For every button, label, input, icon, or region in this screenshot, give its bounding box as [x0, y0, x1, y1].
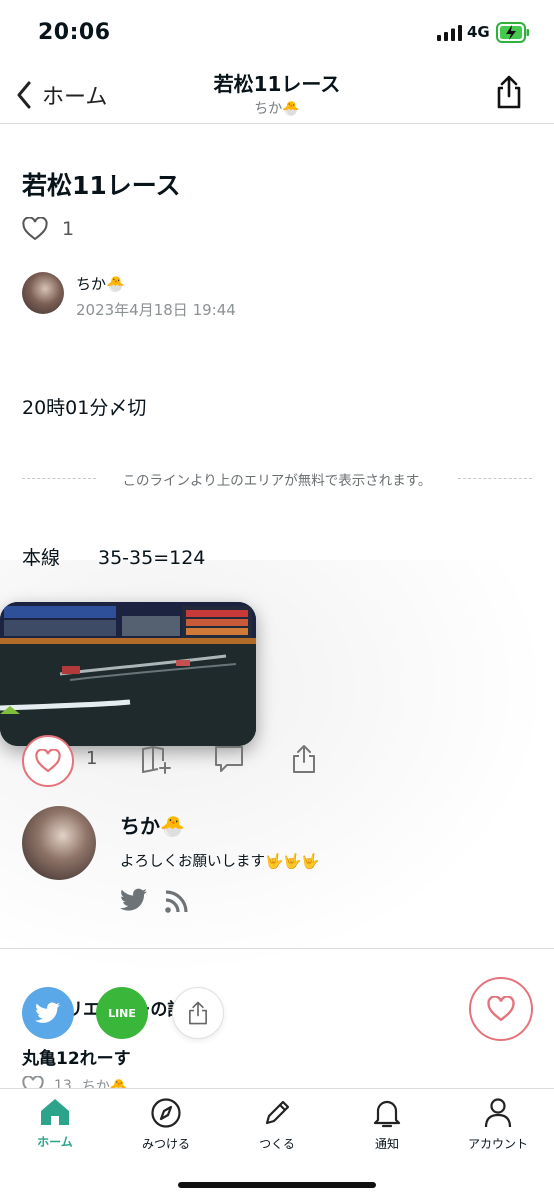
network-label: 4G [467, 23, 490, 41]
battery-charging-icon [496, 22, 529, 43]
home-indicator [178, 1182, 376, 1188]
twitter-icon [35, 1002, 60, 1023]
share-more-button[interactable] [172, 987, 224, 1039]
nav-divider [0, 123, 554, 124]
deadline-text: 20時01分〆切 [22, 397, 147, 419]
tab-home-label: ホーム [37, 1135, 73, 1149]
magazine-add-icon[interactable] [140, 743, 172, 775]
section-divider [0, 948, 554, 949]
author-name[interactable]: ちか🐣 [76, 273, 125, 294]
floating-like-button[interactable] [469, 977, 533, 1041]
share-icon[interactable] [492, 74, 526, 110]
twitter-icon[interactable] [120, 888, 148, 912]
share-icon[interactable] [288, 743, 320, 775]
creator-bio: よろしくお願いします🤟🤟🤟 [120, 854, 320, 870]
tab-notifications[interactable]: 通知 [337, 1097, 437, 1152]
author-avatar[interactable] [22, 272, 64, 314]
share-twitter-button[interactable] [22, 987, 74, 1039]
compass-icon [151, 1098, 181, 1128]
tab-discover-label: みつける [141, 1137, 190, 1151]
home-icon [41, 1099, 69, 1125]
publish-date: 2023年4月18日 19:44 [76, 301, 236, 319]
status-time: 20:06 [38, 20, 111, 45]
tab-account[interactable]: アカウント [448, 1097, 548, 1152]
share-icon [189, 1001, 207, 1025]
heart-outline-icon [487, 996, 515, 1022]
like-button-count: 1 [86, 748, 98, 769]
tab-account-label: アカウント [467, 1137, 528, 1151]
tab-create[interactable]: つくる [227, 1097, 327, 1152]
heart-outline-icon [35, 749, 61, 773]
like-button[interactable] [22, 735, 74, 787]
tab-discover[interactable]: みつける [116, 1097, 216, 1152]
race-video-player[interactable] [0, 602, 256, 746]
nav-subtitle: ちか🐣 [254, 101, 300, 117]
comment-icon[interactable] [213, 743, 245, 775]
nav-title: 若松11レース [213, 72, 341, 96]
like-summary[interactable]: 1 [22, 217, 74, 241]
bell-icon [373, 1100, 401, 1128]
heart-outline-icon [22, 217, 48, 241]
person-icon [484, 1098, 512, 1128]
rss-icon[interactable] [164, 890, 188, 914]
pencil-icon [265, 1100, 290, 1125]
creator-name[interactable]: ちか🐣 [120, 810, 185, 839]
like-count: 1 [62, 218, 75, 240]
creator-avatar[interactable] [22, 806, 96, 880]
share-line-button[interactable]: LINE [96, 987, 148, 1039]
race-video-frame [0, 602, 256, 746]
tab-create-label: つくる [259, 1137, 295, 1151]
free-area-notice: このラインより上のエリアが無料で表示されます。 [122, 473, 432, 489]
tab-notifications-label: 通知 [374, 1137, 399, 1151]
divider-line-right [458, 478, 532, 479]
signal-icon [437, 25, 462, 41]
related-article-title[interactable]: 丸亀12れーす [22, 1044, 131, 1069]
prediction-text: 本線 35-35=124 [22, 547, 206, 569]
tab-home[interactable]: ホーム [5, 1097, 105, 1150]
line-logo-label: LINE [108, 1006, 136, 1020]
article-title: 若松11レース [22, 171, 181, 200]
